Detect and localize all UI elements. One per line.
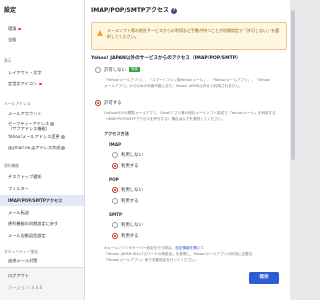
- sidebar-item-label: バージョン: 4.4.0: [8, 285, 43, 290]
- footer-note: 「Yahoo! JAPAN IDのパスワードの再設定」を参照し、Yahoo!メー…: [104, 252, 253, 256]
- smtp-on-label[interactable]: 利用する: [121, 233, 139, 239]
- pop-on-radio[interactable]: [112, 198, 118, 204]
- sidebar-item-reset-features[interactable]: 便利機能の初期設定に戻す: [8, 221, 58, 226]
- sidebar-item-label: フィルター: [8, 186, 29, 191]
- version-text: バージョン: 4.4.0: [8, 285, 42, 290]
- sidebar-item-general[interactable]: 全般: [8, 37, 16, 42]
- sidebar-item-imap-pop-smtp[interactable]: IMAP/POP/SMTPアクセス: [8, 198, 62, 203]
- smtp-heading: SMTP: [109, 212, 123, 217]
- allow-description: OutlookやiOS標準メールアプリ、Gmailアプリ等の他社メールソフト設定…: [104, 111, 276, 115]
- warning-text: メールソフト等の他社サービスからの利用など手動が持つことが初期設定で「許可しない…: [107, 28, 279, 39]
- settings-panel: IMAP/POP/SMTPアクセス? メールソフト等の他社サービスからの利用など…: [84, 0, 291, 300]
- footer-note: ※メールソフトやサーバー設定を行う際は、設定情報を開いて: [104, 246, 204, 251]
- recommended-badge: 推奨: [128, 67, 140, 72]
- page-title: IMAP/POP/SMTPアクセス?: [91, 5, 178, 14]
- sidebar-item-label: レイアウト・文字: [8, 70, 42, 75]
- deny-description: 「Yahoo!メールアプリ」、「スマートフォン版Yahoo!メール」、「Yaho…: [104, 78, 271, 82]
- sidebar-section-features: 便利機能: [4, 163, 20, 168]
- deny-label[interactable]: 許可しない 推奨: [104, 67, 140, 73]
- sidebar-item-label: 環境: [8, 26, 17, 31]
- info-icon: [61, 146, 66, 150]
- sidebar-item-label: （サブアドレス機能）: [8, 126, 50, 131]
- sidebar-item-label: 迷惑メール対策: [8, 258, 38, 263]
- imap-heading: IMAP: [109, 142, 122, 147]
- imap-off-label[interactable]: 利用しない: [121, 152, 143, 158]
- sidebar-item-sub-address: （サブアドレス機能）: [8, 126, 50, 131]
- sidebar-item-label: @ymail.ne.jpアドレス作成: [8, 145, 61, 150]
- help-icon[interactable]: ?: [171, 7, 178, 14]
- notification-dot-icon: [18, 27, 21, 31]
- allow-radio[interactable]: [95, 100, 101, 106]
- sidebar-section-address: メールアドレス: [4, 101, 31, 106]
- smtp-off-label[interactable]: 利用しない: [121, 222, 143, 228]
- sidebar-item-label: 便利機能の初期設定に戻す: [8, 221, 59, 226]
- smtp-on-radio[interactable]: [112, 233, 118, 239]
- warning-icon: [97, 30, 103, 36]
- sidebar-item-label: 定型文アイコン: [8, 81, 38, 86]
- sidebar-item-auto-reply[interactable]: メール自動返信設定: [8, 233, 46, 238]
- sidebar-item-desktop-notify[interactable]: デスクトップ通知: [8, 174, 42, 179]
- sidebar-item-forward[interactable]: メール転送: [8, 210, 29, 215]
- sidebar-item-label: Yahoo!メールアドレス変更: [8, 134, 60, 139]
- settings-sidebar: 設定 環境 全般 表示 レイアウト・文字 定型文アイコン メールアドレス メール…: [0, 0, 85, 300]
- deny-label-text: 許可しない: [104, 68, 126, 73]
- sidebar-item-label: ログアウト: [8, 273, 29, 278]
- info-icon: [50, 122, 55, 126]
- pop-heading: POP: [109, 177, 119, 182]
- sidebar-item-mail-account[interactable]: メールアカウント: [8, 111, 42, 116]
- sidebar-title: 設定: [4, 7, 17, 14]
- settings-info-link[interactable]: 設定情報を開いて: [175, 246, 204, 250]
- warning-banner: メールソフト等の他社サービスからの利用など手動が持つことが初期設定で「許可しない…: [91, 22, 287, 50]
- allow-label[interactable]: 許可する: [104, 100, 122, 106]
- sidebar-section-display: 表示: [4, 58, 12, 63]
- imap-off-radio[interactable]: [112, 152, 118, 158]
- sidebar-item-label: メールアカウント: [8, 111, 42, 116]
- sidebar-item-label: デスクトップ通知: [8, 174, 42, 179]
- sidebar-item-templates[interactable]: 定型文アイコン: [8, 81, 42, 86]
- notification-dot-icon: [39, 82, 42, 86]
- footer-note: 「Yahoo!メールアプリ」側で手動設定を行ってください。: [104, 258, 199, 262]
- save-button[interactable]: 保存: [249, 272, 279, 284]
- imap-on-radio[interactable]: [112, 163, 118, 169]
- sidebar-item-label: メール転送: [8, 210, 29, 215]
- sidebar-section-security: セキュリティー強化: [4, 249, 38, 254]
- allow-description: （IMAP/POP/SMTPアクセスを許可する）場合は以下を選択してください。: [104, 117, 226, 121]
- sidebar-item-label: メール自動返信設定: [8, 233, 46, 238]
- sidebar-item-label: IMAP/POP/SMTPアクセス: [8, 198, 63, 203]
- sidebar-item-filter[interactable]: フィルター: [8, 186, 29, 191]
- info-icon: [60, 135, 65, 139]
- sidebar-item-environment[interactable]: 環境: [8, 26, 21, 31]
- pop-on-label[interactable]: 利用する: [121, 198, 139, 204]
- imap-on-label[interactable]: 利用する: [121, 163, 139, 169]
- sidebar-item-label: 全般: [8, 37, 17, 42]
- pop-off-radio[interactable]: [112, 187, 118, 193]
- sidebar-item-spam[interactable]: 迷惑メール対策: [8, 258, 37, 263]
- sidebar-item-layout[interactable]: レイアウト・文字: [8, 70, 42, 75]
- deny-description: メールアプリ」からのみの利用可能になり、Yahoo! JAPAN以外から利用され…: [104, 84, 243, 88]
- pop-off-label[interactable]: 利用しない: [121, 187, 143, 193]
- scrollbar-thumb[interactable]: [291, 10, 295, 160]
- sidebar-footer: [0, 267, 84, 300]
- access-method-heading: アクセス方法: [104, 131, 129, 136]
- deny-radio[interactable]: [95, 67, 101, 73]
- footer-note-text: ※メールソフトやサーバー設定を行う際は、: [104, 246, 176, 250]
- smtp-off-radio[interactable]: [112, 222, 118, 228]
- logout-link[interactable]: ログアウト: [8, 273, 29, 278]
- page-title-text: IMAP/POP/SMTPアクセス: [91, 7, 170, 14]
- sidebar-item-change-address[interactable]: Yahoo!メールアドレス変更: [8, 134, 65, 139]
- section-heading: Yahoo! JAPAN以外のサービスからのアクセス（IMAP/POP/SMTP…: [91, 56, 241, 61]
- scrollbar[interactable]: [290, 0, 297, 300]
- sidebar-item-ymail-address[interactable]: @ymail.ne.jpアドレス作成: [8, 145, 66, 150]
